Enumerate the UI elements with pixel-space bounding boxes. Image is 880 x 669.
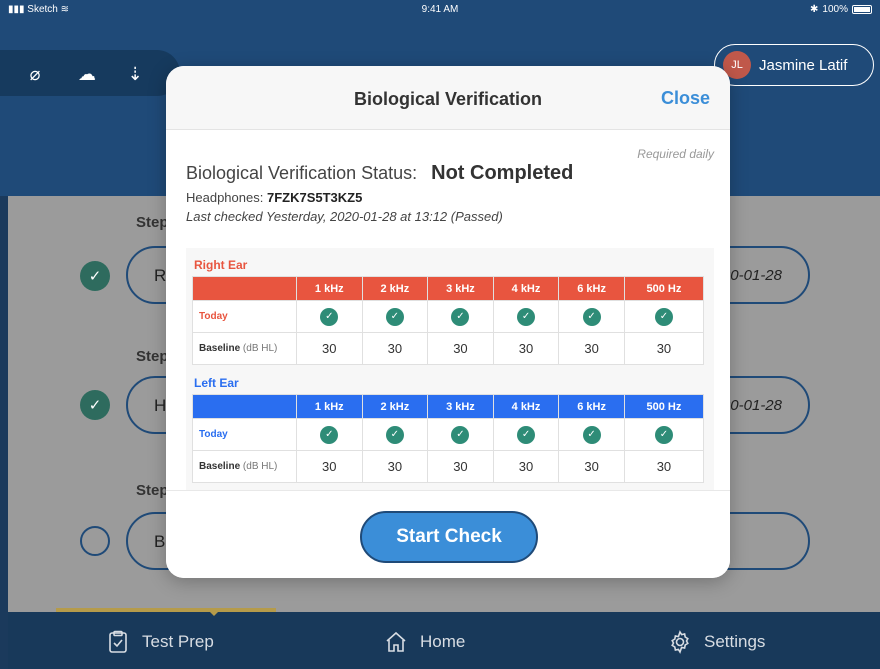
freq-header: 6 kHz xyxy=(558,394,625,419)
status-value: Not Completed xyxy=(431,162,574,184)
headphones-info: Headphones: 7FZK7S5T3KZ5 xyxy=(186,190,362,205)
left-ear-label: Left Ear xyxy=(194,376,239,390)
battery-indicator: ✱ 100% xyxy=(810,4,872,15)
baseline-value: 30 xyxy=(623,332,705,365)
close-button[interactable]: Close xyxy=(661,88,710,109)
freq-header: 3 kHz xyxy=(427,276,494,301)
modal-header: Biological Verification Close xyxy=(166,66,730,130)
headphones-serial: 7FZK7S5T3KZ5 xyxy=(266,190,363,205)
baseline-value: 30 xyxy=(296,332,363,365)
device-download-icon[interactable]: ⇣ xyxy=(124,64,146,84)
step-label: Step xyxy=(136,348,169,365)
step-complete-icon: ✓ xyxy=(80,390,110,420)
check-icon: ✓ xyxy=(451,425,470,444)
last-checked: Last checked Yesterday, 2020-01-28 at 13… xyxy=(186,209,503,224)
user-name: Jasmine Latif xyxy=(759,56,848,74)
tab-bar: Test Prep Home Settings xyxy=(8,608,880,669)
header-blank xyxy=(192,394,297,419)
header-blank xyxy=(192,276,297,301)
baseline-value: 30 xyxy=(492,332,560,365)
freq-header: 4 kHz xyxy=(492,394,560,419)
check-icon: ✓ xyxy=(320,307,339,326)
table-row: Today ✓ ✓ ✓ ✓ ✓ ✓ xyxy=(192,418,705,451)
check-icon: ✓ xyxy=(517,425,536,444)
verification-status: Biological Verification Status: Not Compl… xyxy=(186,162,573,185)
step-title: H xyxy=(154,396,167,415)
biological-verification-modal: Biological Verification Close Required d… xyxy=(166,66,730,578)
gear-icon xyxy=(671,630,689,654)
check-icon: ✓ xyxy=(654,307,673,326)
check-icon: ✓ xyxy=(320,425,339,444)
baseline-value: 30 xyxy=(361,450,429,483)
tab-home[interactable]: Home xyxy=(384,630,465,654)
status-label: Biological Verification Status: xyxy=(186,163,418,183)
right-ear-table: 1 kHz 2 kHz 3 kHz 4 kHz 6 kHz 500 Hz Tod… xyxy=(192,276,705,365)
tab-label: Settings xyxy=(704,632,766,651)
step-title: R xyxy=(154,266,167,285)
baseline-value: 30 xyxy=(427,332,494,365)
freq-header: 6 kHz xyxy=(558,276,625,301)
freq-header: 3 kHz xyxy=(427,394,494,419)
left-ear-table: 1 kHz 2 kHz 3 kHz 4 kHz 6 kHz 500 Hz Tod… xyxy=(192,394,705,483)
tab-label: Test Prep xyxy=(142,632,214,651)
active-tab-indicator xyxy=(56,608,276,616)
step-label: Step xyxy=(136,214,169,231)
freq-header: 1 kHz xyxy=(296,276,363,301)
cloud-upload-icon[interactable]: ☁ xyxy=(76,64,98,84)
baseline-value: 30 xyxy=(427,450,494,483)
step-pending-icon xyxy=(80,526,110,556)
headphones-label: Headphones: xyxy=(186,190,264,205)
freq-header: 2 kHz xyxy=(361,276,429,301)
today-label: Today xyxy=(192,418,297,451)
toolbar: ⌀ ☁ ⇣ xyxy=(0,50,180,96)
tab-settings[interactable]: Settings xyxy=(668,630,765,654)
check-icon: ✓ xyxy=(451,307,470,326)
table-row: Today ✓ ✓ ✓ ✓ ✓ ✓ xyxy=(192,300,705,333)
baseline-label: Baseline (dB HL) xyxy=(192,450,297,483)
right-ear-label: Right Ear xyxy=(194,258,248,272)
step-complete-icon: ✓ xyxy=(80,261,110,291)
tab-test-prep[interactable]: Test Prep xyxy=(106,630,214,654)
step-label: Step xyxy=(136,482,169,499)
baseline-value: 30 xyxy=(361,332,429,365)
no-signal-icon[interactable]: ⌀ xyxy=(24,64,46,84)
check-icon: ✓ xyxy=(582,307,601,326)
clipboard-icon xyxy=(109,630,127,653)
today-label: Today xyxy=(192,300,297,333)
status-bar: ▮▮▮ Sketch ≋ 9:41 AM ✱ 100% xyxy=(0,0,880,20)
user-menu[interactable]: JL Jasmine Latif xyxy=(714,44,874,86)
baseline-value: 30 xyxy=(623,450,705,483)
tab-label: Home xyxy=(420,632,466,651)
baseline-value: 30 xyxy=(558,332,625,365)
start-check-button[interactable]: Start Check xyxy=(360,511,538,563)
freq-header: 500 Hz xyxy=(623,394,705,419)
modal-footer: Start Check xyxy=(166,490,730,578)
baseline-label: Baseline (dB HL) xyxy=(192,332,297,365)
baseline-value: 30 xyxy=(492,450,560,483)
modal-title: Biological Verification xyxy=(353,89,543,109)
battery-percent: 100% xyxy=(822,4,848,15)
check-icon: ✓ xyxy=(385,425,404,444)
check-icon: ✓ xyxy=(385,307,404,326)
check-icon: ✓ xyxy=(582,425,601,444)
hearing-threshold-tables[interactable]: Right Ear 1 kHz 2 kHz 3 kHz 4 kHz 6 kHz … xyxy=(186,248,714,494)
freq-header: 1 kHz xyxy=(296,394,363,419)
freq-header: 500 Hz xyxy=(623,276,705,301)
step-title: B xyxy=(154,532,166,551)
table-row: Baseline (dB HL) 30 30 30 30 30 30 xyxy=(192,332,705,365)
freq-header: 2 kHz xyxy=(361,394,429,419)
table-row: Baseline (dB HL) 30 30 30 30 30 30 xyxy=(192,450,705,483)
baseline-value: 30 xyxy=(558,450,625,483)
required-note: Required daily xyxy=(637,147,714,161)
home-icon xyxy=(386,631,406,652)
check-icon: ✓ xyxy=(517,307,536,326)
check-icon: ✓ xyxy=(654,425,673,444)
freq-header: 4 kHz xyxy=(492,276,560,301)
battery-icon xyxy=(852,5,872,14)
baseline-value: 30 xyxy=(296,450,363,483)
clock: 9:41 AM xyxy=(421,4,459,15)
